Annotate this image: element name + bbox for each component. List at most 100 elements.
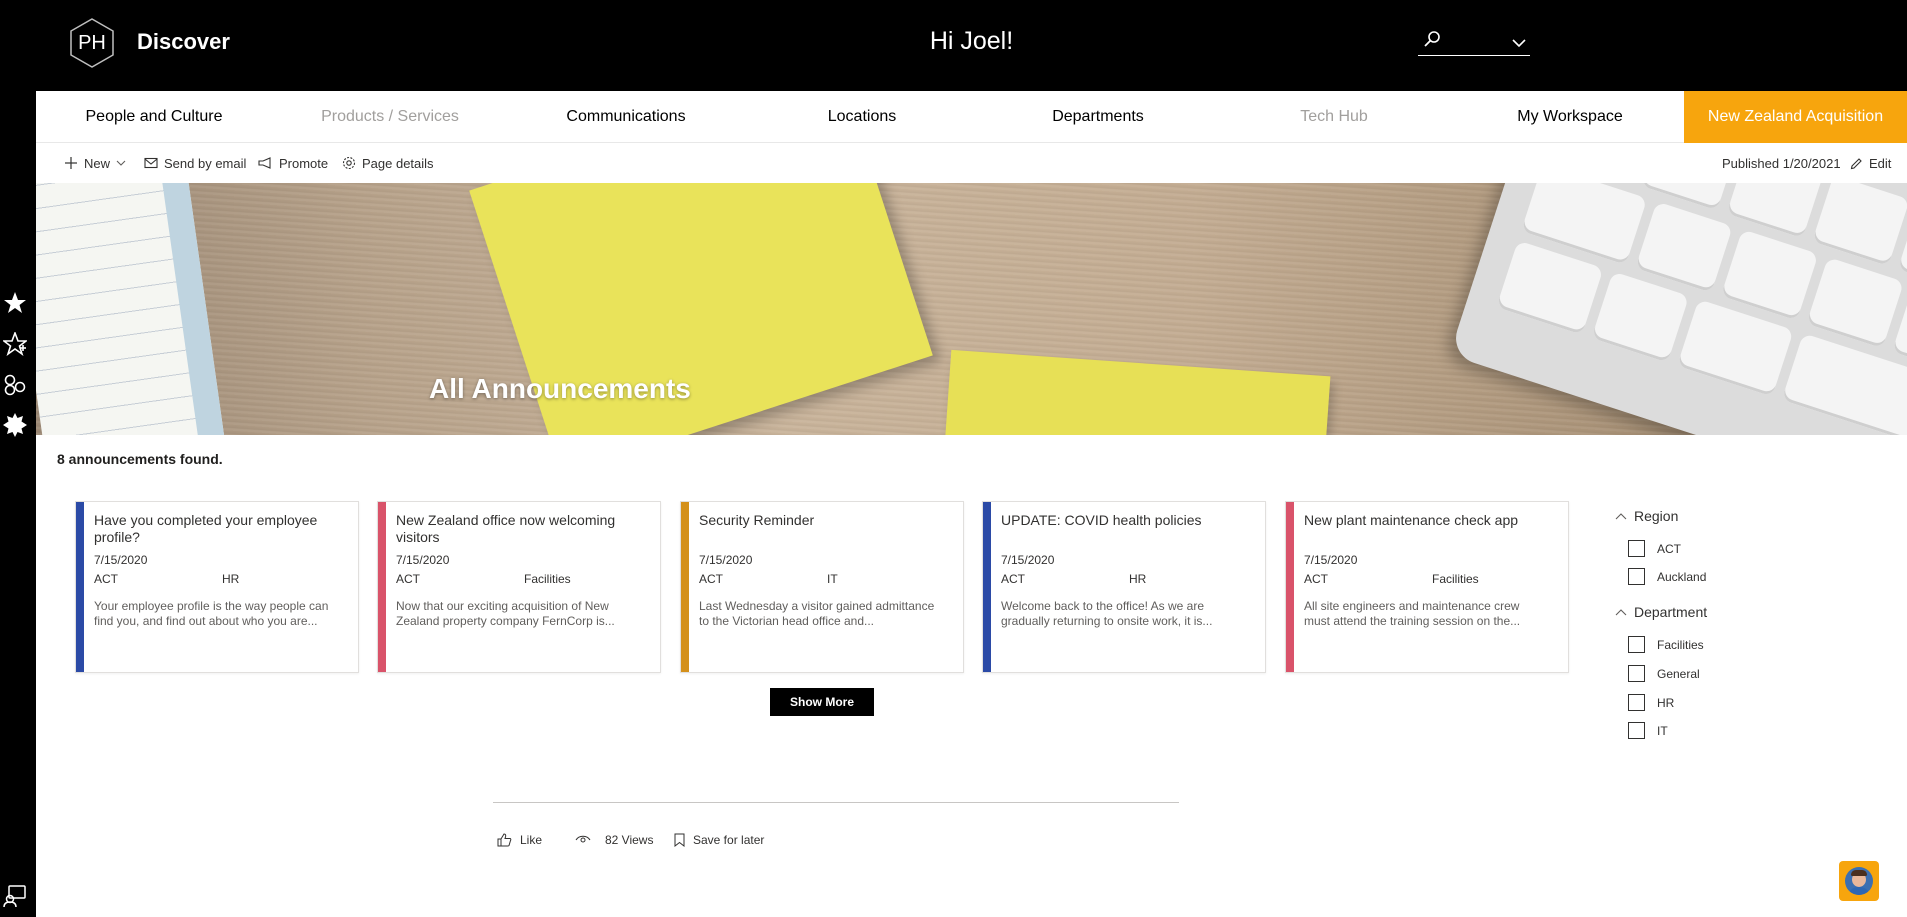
filter-option-label: General [1657, 666, 1700, 681]
card-description: Welcome back to the office! As we are gr… [1001, 599, 1213, 628]
card-accent-bar [681, 502, 689, 672]
card-description: Now that our exciting acquisition of New… [396, 599, 615, 628]
search-box[interactable] [1418, 30, 1530, 56]
announcement-card[interactable]: Have you completed your employee profile… [75, 501, 359, 673]
edit-button[interactable]: Edit [1850, 143, 1891, 183]
announcement-card[interactable]: New Zealand office now welcoming visitor… [377, 501, 661, 673]
card-department: Facilities [1432, 572, 1479, 586]
show-more-button[interactable]: Show More [770, 688, 874, 716]
filter-option-label: IT [1657, 723, 1668, 738]
filter-option-auckland[interactable]: Auckland [1628, 568, 1706, 585]
card-description: All site engineers and maintenance crew … [1304, 599, 1521, 628]
checkbox[interactable] [1628, 568, 1645, 585]
card-region: ACT [1001, 572, 1025, 586]
filter-option-act[interactable]: ACT [1628, 540, 1681, 557]
nav-item-communications[interactable]: Communications [508, 91, 744, 143]
chevron-up-icon [1615, 513, 1627, 520]
card-region: ACT [699, 572, 723, 586]
checkbox[interactable] [1628, 722, 1645, 739]
promote-label: Promote [279, 155, 329, 171]
published-text: Published 1/20/2021 [1722, 155, 1841, 171]
card-region: ACT [396, 572, 420, 586]
site-header: PH Discover Hi Joel! [0, 0, 1907, 91]
like-button[interactable]: Like [497, 830, 542, 850]
new-label: New [84, 155, 111, 171]
chat-assistant-button[interactable] [1839, 861, 1879, 901]
new-button[interactable]: New [64, 143, 126, 183]
nav-item-departments[interactable]: Departments [980, 91, 1216, 143]
nav-item-products-services[interactable]: Products / Services [272, 91, 508, 143]
checkbox[interactable] [1628, 540, 1645, 557]
card-date: 7/15/2020 [1001, 553, 1055, 567]
send-by-email-button[interactable]: Send by email [144, 143, 246, 183]
results-count: 8 announcements found. [57, 451, 223, 467]
announcement-card[interactable]: New plant maintenance check app 7/15/202… [1285, 501, 1569, 673]
card-date: 7/15/2020 [699, 553, 753, 567]
card-title[interactable]: UPDATE: COVID health policies [1001, 512, 1253, 529]
nav-item-people-and-culture[interactable]: People and Culture [36, 91, 272, 143]
card-accent-bar [76, 502, 84, 672]
card-title[interactable]: Security Reminder [699, 512, 951, 529]
save-for-later-button[interactable]: Save for later [674, 830, 764, 850]
card-title[interactable]: New plant maintenance check app [1304, 512, 1556, 529]
settings-burst-icon[interactable] [2, 412, 28, 438]
card-region: ACT [94, 572, 118, 586]
divider [493, 802, 1179, 803]
filter-option-facilities[interactable]: Facilities [1628, 636, 1704, 653]
nav-item-my-workspace[interactable]: My Workspace [1452, 91, 1688, 143]
apps-icon[interactable] [2, 372, 28, 398]
greeting: Hi Joel! [929, 27, 1014, 55]
filter-option-label: Facilities [1657, 637, 1704, 652]
eye-icon [575, 835, 591, 843]
page-details-button[interactable]: Page details [342, 143, 434, 183]
card-date: 7/15/2020 [94, 553, 148, 567]
card-accent-bar [378, 502, 386, 672]
published-status: Published 1/20/2021 [1722, 143, 1841, 183]
page-details-label: Page details [362, 155, 434, 171]
filter-option-general[interactable]: General [1628, 665, 1700, 682]
card-department: HR [1129, 572, 1147, 586]
gear-icon [342, 156, 356, 170]
announcement-card[interactable]: Security Reminder 7/15/2020 ACT IT Last … [680, 501, 964, 673]
search-icon[interactable] [1422, 30, 1442, 55]
promote-button[interactable]: Promote [258, 143, 328, 183]
department-filter-header[interactable]: Department [1615, 604, 1707, 620]
card-date: 7/15/2020 [1304, 553, 1358, 567]
feedback-icon[interactable] [2, 883, 28, 909]
card-accent-bar [1286, 502, 1294, 672]
card-description: Last Wednesday a visitor gained admittan… [699, 599, 935, 628]
card-title[interactable]: New Zealand office now welcoming visitor… [396, 512, 648, 546]
like-label: Like [520, 833, 543, 847]
nav-item-new-zealand-acquisition[interactable]: New Zealand Acquisition [1684, 91, 1907, 143]
plus-icon [65, 157, 77, 169]
region-filter-header[interactable]: Region [1615, 508, 1678, 524]
filter-option-hr[interactable]: HR [1628, 694, 1674, 711]
checkbox[interactable] [1628, 694, 1645, 711]
filter-option-label: ACT [1657, 541, 1681, 556]
page: PH Discover Hi Joel! People and Culture … [0, 0, 1907, 917]
views-count: 82 Views [575, 830, 653, 850]
nav-item-tech-hub[interactable]: Tech Hub [1216, 91, 1452, 143]
card-date: 7/15/2020 [396, 553, 450, 567]
star-outline-icon[interactable] [2, 331, 28, 357]
send-by-email-label: Send by email [164, 155, 247, 171]
thumbs-up-icon [497, 833, 512, 847]
card-department: Facilities [524, 572, 571, 586]
command-bar: New Send by email Promote Page details P… [36, 143, 1907, 183]
card-title[interactable]: Have you completed your employee profile… [94, 512, 346, 546]
announcement-card[interactable]: UPDATE: COVID health policies 7/15/2020 … [982, 501, 1266, 673]
region-filter-heading: Region [1634, 508, 1679, 524]
chevron-down-icon [116, 160, 126, 166]
page-title: All Announcements [429, 373, 691, 404]
bookmark-icon [674, 833, 685, 847]
views-text: 82 Views [605, 833, 654, 847]
checkbox[interactable] [1628, 665, 1645, 682]
chevron-down-icon[interactable] [1512, 35, 1526, 53]
chevron-up-icon [1615, 609, 1627, 616]
nav-item-locations[interactable]: Locations [744, 91, 980, 143]
filter-option-it[interactable]: IT [1628, 722, 1668, 739]
card-region: ACT [1304, 572, 1328, 586]
star-filled-icon[interactable] [2, 290, 28, 316]
checkbox[interactable] [1628, 636, 1645, 653]
filter-option-label: HR [1657, 695, 1675, 710]
